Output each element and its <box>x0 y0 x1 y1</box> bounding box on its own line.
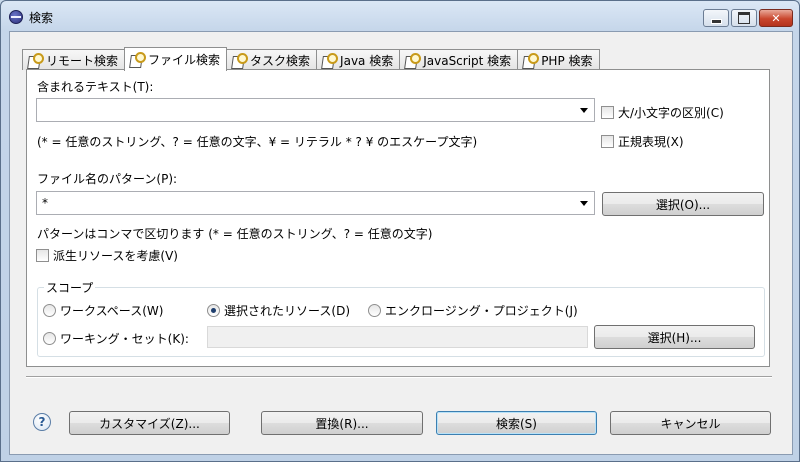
eclipse-icon <box>9 10 23 24</box>
choose-working-set-button[interactable]: 選択(H)... <box>594 325 755 349</box>
checkbox-box[interactable] <box>601 135 614 148</box>
java-search-icon <box>321 52 339 68</box>
scope-enclosing-project-radio[interactable]: エンクロージング・プロジェクト(J) <box>368 302 578 319</box>
scope-workspace-radio[interactable]: ワークスペース(W) <box>43 302 163 319</box>
tab-java-search[interactable]: Java 検索 <box>316 49 401 70</box>
customize-button[interactable]: カスタマイズ(Z)... <box>69 411 230 435</box>
radio-dot[interactable] <box>207 304 220 317</box>
tab-task-search[interactable]: タスク検索 <box>226 49 318 70</box>
scope-selected-resources-radio[interactable]: 選択されたリソース(D) <box>207 302 350 319</box>
tab-remote-search[interactable]: リモート検索 <box>22 49 126 70</box>
tab-file-search[interactable]: ファイル検索 <box>124 47 228 71</box>
regex-hint: (* = 任意のストリング、? = 任意の文字、¥ = リテラル * ? ¥ の… <box>37 135 478 149</box>
choose-pattern-button[interactable]: 選択(O)... <box>602 192 764 216</box>
checkbox-box[interactable] <box>36 249 49 262</box>
checkbox-box[interactable] <box>601 106 614 119</box>
search-button[interactable]: 検索(S) <box>436 411 597 435</box>
javascript-search-icon <box>404 52 422 68</box>
pattern-combo[interactable]: * <box>36 191 595 215</box>
help-icon[interactable]: ? <box>33 413 51 431</box>
search-tab-icon <box>27 52 44 68</box>
derived-resources-checkbox[interactable]: 派生リソースを考慮(V) <box>36 247 178 264</box>
tab-javascript-search[interactable]: JavaScript 検索 <box>399 49 519 70</box>
scope-title: スコープ <box>44 279 96 296</box>
tab-php-search[interactable]: PHP 検索 <box>517 49 600 70</box>
maximize-button[interactable] <box>731 9 757 27</box>
php-search-icon <box>522 52 540 68</box>
file-search-icon <box>129 51 147 67</box>
minimize-button[interactable] <box>703 9 729 27</box>
replace-button[interactable]: 置換(R)... <box>261 411 423 435</box>
working-set-field[interactable] <box>207 326 588 348</box>
title-bar: 検索 ✕ <box>1 1 799 31</box>
case-sensitive-checkbox[interactable]: 大/小文字の区別(C) <box>601 104 724 121</box>
chevron-down-icon[interactable] <box>580 201 588 206</box>
scope-working-set-radio[interactable]: ワーキング・セット(K): <box>43 330 189 347</box>
footer-separator <box>26 376 772 378</box>
close-button[interactable]: ✕ <box>759 9 793 27</box>
pattern-label: ファイル名のパターン(P): <box>37 172 178 186</box>
window-title: 検索 <box>29 11 54 25</box>
search-tabs: リモート検索 ファイル検索 タスク検索 Java 検索 JavaScript 検… <box>22 46 600 71</box>
radio-dot[interactable] <box>368 304 381 317</box>
chevron-down-icon[interactable] <box>580 108 588 113</box>
contain-text-combo[interactable] <box>36 98 595 122</box>
radio-dot[interactable] <box>43 304 56 317</box>
radio-dot[interactable] <box>43 332 56 345</box>
regex-checkbox[interactable]: 正規表現(X) <box>601 133 684 150</box>
pattern-hint: パターンはコンマで区切ります (* = 任意のストリング、? = 任意の文字) <box>37 227 433 241</box>
contain-text-label: 含まれるテキスト(T): <box>37 80 154 94</box>
task-search-icon <box>231 52 249 68</box>
cancel-button[interactable]: キャンセル <box>610 411 771 435</box>
